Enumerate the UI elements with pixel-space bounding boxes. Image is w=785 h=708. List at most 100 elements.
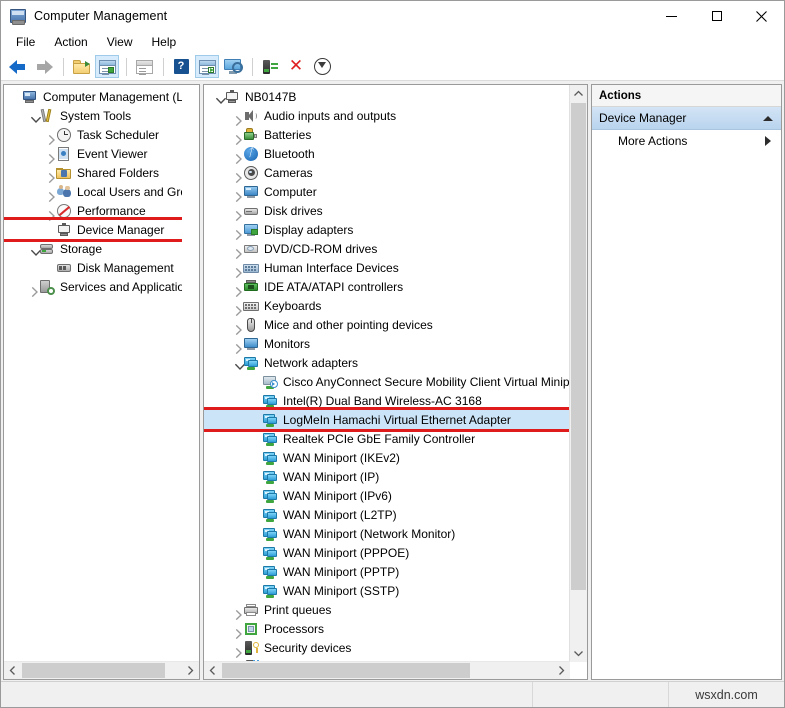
tree-expander[interactable] (227, 144, 243, 163)
tree-expander[interactable] (227, 201, 243, 220)
menu-view[interactable]: View (98, 33, 142, 51)
tree-expander[interactable] (208, 87, 224, 106)
tree-row[interactable]: Services and Applications (4, 277, 182, 296)
tree-expander[interactable] (227, 334, 243, 353)
tree-row[interactable]: Security devices (204, 638, 570, 657)
actions-group-device-manager[interactable]: Device Manager (592, 107, 781, 130)
tree-expander[interactable] (227, 239, 243, 258)
tree-expander[interactable] (227, 638, 243, 657)
tree-expander[interactable] (40, 125, 56, 144)
tree-row[interactable]: Cameras (204, 163, 570, 182)
tree-row[interactable]: Disk Management (4, 258, 182, 277)
tree-row[interactable]: WAN Miniport (IPv6) (204, 486, 570, 505)
uninstall-device-button[interactable]: ✕ (284, 55, 308, 78)
tree-row[interactable]: LogMeIn Hamachi Virtual Ethernet Adapter (204, 410, 570, 429)
tree-expander[interactable] (227, 125, 243, 144)
tree-row[interactable]: Audio inputs and outputs (204, 106, 570, 125)
tree-row[interactable]: Performance (4, 201, 182, 220)
tree-expander[interactable] (23, 239, 39, 258)
hscroll-right-arrow[interactable] (182, 662, 199, 679)
tree-row[interactable]: WAN Miniport (Network Monitor) (204, 524, 570, 543)
menu-file[interactable]: File (7, 33, 44, 51)
tree-expander[interactable] (227, 296, 243, 315)
tree-row[interactable]: Computer (204, 182, 570, 201)
tree-expander[interactable] (23, 106, 39, 125)
tree-row[interactable]: Mice and other pointing devices (204, 315, 570, 334)
tree-row[interactable]: Monitors (204, 334, 570, 353)
tree-row[interactable]: Device Manager (4, 220, 182, 239)
properties-button[interactable] (132, 55, 156, 78)
triangle-up-icon[interactable] (763, 116, 773, 121)
tree-row[interactable]: Disk drives (204, 201, 570, 220)
tree-row[interactable]: WAN Miniport (IP) (204, 467, 570, 486)
tree-row[interactable]: WAN Miniport (IKEv2) (204, 448, 570, 467)
tree-row[interactable]: NB0147B (204, 87, 570, 106)
vscroll-thumb[interactable] (571, 103, 586, 590)
menu-action[interactable]: Action (45, 33, 96, 51)
tree-expander[interactable] (227, 277, 243, 296)
hscroll-thumb[interactable] (222, 663, 470, 678)
tree-row[interactable]: WAN Miniport (L2TP) (204, 505, 570, 524)
show-hide-tree-button[interactable] (95, 55, 119, 78)
menu-help[interactable]: Help (143, 33, 186, 51)
tree-expander[interactable] (227, 220, 243, 239)
tree-expander[interactable] (23, 277, 39, 296)
minimize-button[interactable] (649, 1, 694, 31)
help-button[interactable]: ? (169, 55, 193, 78)
tree-row[interactable]: Human Interface Devices (204, 258, 570, 277)
tree-row[interactable]: Local Users and Groups (4, 182, 182, 201)
tree-row[interactable]: DVD/CD-ROM drives (204, 239, 570, 258)
tree-expander[interactable] (227, 182, 243, 201)
tree-row[interactable]: Task Scheduler (4, 125, 182, 144)
hscroll-left-arrow[interactable] (204, 662, 221, 679)
tree-row[interactable]: Cisco AnyConnect Secure Mobility Client … (204, 372, 570, 391)
tree-expander[interactable] (227, 315, 243, 334)
tree-row[interactable]: WAN Miniport (PPTP) (204, 562, 570, 581)
update-driver-button[interactable] (258, 55, 282, 78)
tree-row[interactable]: Computer Management (Local (4, 87, 182, 106)
tree-row[interactable]: Storage (4, 239, 182, 258)
tree-expander[interactable] (227, 619, 243, 638)
tree-row[interactable]: WAN Miniport (SSTP) (204, 581, 570, 600)
console-tree-hscrollbar[interactable] (4, 661, 199, 679)
action-more-actions[interactable]: More Actions (592, 130, 781, 152)
show-console-button[interactable] (221, 55, 245, 78)
tree-expander[interactable] (227, 163, 243, 182)
device-tree-hscrollbar[interactable] (204, 661, 570, 679)
tree-row[interactable]: Display adapters (204, 220, 570, 239)
tree-row[interactable]: Network adapters (204, 353, 570, 372)
tree-row[interactable]: Print queues (204, 600, 570, 619)
tree-row[interactable]: Event Viewer (4, 144, 182, 163)
vscroll-up-arrow[interactable] (570, 85, 587, 102)
close-button[interactable] (739, 1, 784, 31)
tree-row[interactable]: IDE ATA/ATAPI controllers (204, 277, 570, 296)
forward-button[interactable] (32, 55, 56, 78)
hscroll-thumb[interactable] (22, 663, 165, 678)
tree-row[interactable]: Intel(R) Dual Band Wireless-AC 3168 (204, 391, 570, 410)
device-tree-vscrollbar[interactable] (569, 85, 587, 662)
scan-hardware-button[interactable] (310, 55, 334, 78)
maximize-button[interactable] (694, 1, 739, 31)
vscroll-down-arrow[interactable] (570, 645, 587, 662)
tree-row[interactable]: Processors (204, 619, 570, 638)
back-button[interactable] (6, 55, 30, 78)
tree-row[interactable]: Shared Folders (4, 163, 182, 182)
tree-expander[interactable] (227, 258, 243, 277)
refresh-view-button[interactable] (195, 55, 219, 78)
tree-expander[interactable] (40, 201, 56, 220)
tree-expander[interactable] (227, 600, 243, 619)
tree-row[interactable]: System Tools (4, 106, 182, 125)
tree-row[interactable]: Realtek PCIe GbE Family Controller (204, 429, 570, 448)
tree-row[interactable]: Batteries (204, 125, 570, 144)
tree-expander[interactable] (227, 353, 243, 372)
hscroll-right-arrow[interactable] (553, 662, 570, 679)
tree-expander[interactable] (227, 106, 243, 125)
hscroll-left-arrow[interactable] (4, 662, 21, 679)
tree-row[interactable]: ᛏBluetooth (204, 144, 570, 163)
tree-row[interactable]: WAN Miniport (PPPOE) (204, 543, 570, 562)
up-one-level-button[interactable] (69, 55, 93, 78)
tree-expander[interactable] (40, 163, 56, 182)
tree-expander[interactable] (40, 182, 56, 201)
tree-expander[interactable] (40, 144, 56, 163)
tree-row[interactable]: Keyboards (204, 296, 570, 315)
